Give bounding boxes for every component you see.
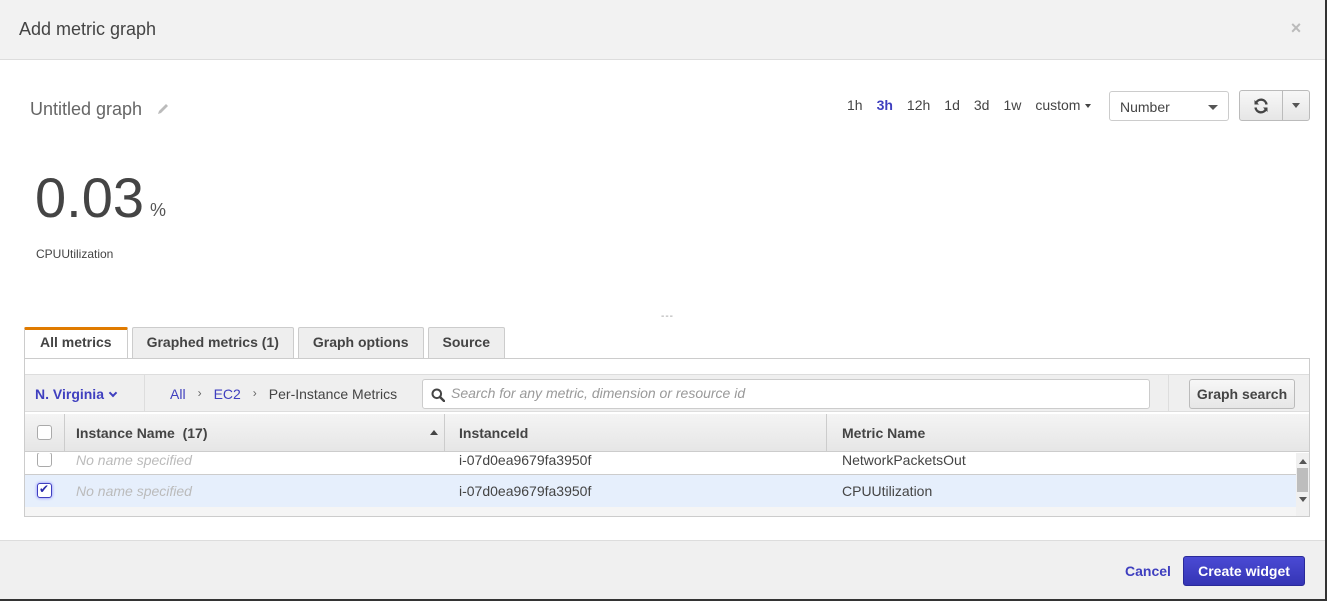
caret-down-icon <box>1085 104 1092 109</box>
sort-ascending-icon <box>430 430 438 435</box>
header-select-all <box>25 414 65 452</box>
breadcrumb-ec2[interactable]: EC2 <box>214 386 241 402</box>
metrics-toolbar: N. Virginia All › EC2 › Per-Instance Met… <box>25 374 1309 412</box>
column-label: Instance Name <box>76 425 175 441</box>
time-range-1d[interactable]: 1d <box>944 97 960 113</box>
instance-name: No name specified <box>76 453 192 468</box>
create-widget-button[interactable]: Create widget <box>1183 556 1305 586</box>
tab-source[interactable]: Source <box>427 327 505 358</box>
time-range-3d[interactable]: 3d <box>974 97 990 113</box>
refresh-button-group <box>1239 90 1310 121</box>
time-range-custom[interactable]: custom <box>1035 97 1092 113</box>
chevron-down-icon <box>108 388 118 398</box>
refresh-button[interactable] <box>1240 91 1283 120</box>
metric-name: NetworkPacketsOut <box>842 453 966 468</box>
instance-id: i-07d0ea9679fa3950f <box>459 453 592 468</box>
region-selector[interactable]: N. Virginia <box>35 386 118 402</box>
column-instance-id[interactable]: InstanceId <box>445 414 827 452</box>
table-scrollbar[interactable] <box>1296 453 1309 516</box>
graph-search-button[interactable]: Graph search <box>1189 379 1295 409</box>
tab-bar: All metrics Graphed metrics (1) Graph op… <box>24 327 509 359</box>
column-instance-name[interactable]: Instance Name (17) <box>65 414 445 452</box>
table-row[interactable]: No name specified i-07d0ea9679fa3950f Ne… <box>25 453 1296 475</box>
tab-graphed-metrics[interactable]: Graphed metrics (1) <box>131 327 294 358</box>
metric-unit: % <box>150 200 167 220</box>
scrollbar-thumb[interactable] <box>1297 468 1308 492</box>
column-count: (17) <box>182 425 208 441</box>
custom-label: custom <box>1035 97 1081 113</box>
tab-graph-options[interactable]: Graph options <box>297 327 424 358</box>
graph-title[interactable]: Untitled graph <box>30 99 142 120</box>
table-body: No name specified i-07d0ea9679fa3950f Ne… <box>25 453 1309 516</box>
all-metrics-panel: N. Virginia All › EC2 › Per-Instance Met… <box>24 358 1310 517</box>
time-range-selector: 1h 3h 12h 1d 3d 1w custom <box>847 97 1092 113</box>
modal-header: Add metric graph × <box>0 0 1325 60</box>
refresh-options-dropdown[interactable] <box>1283 91 1309 120</box>
row-checkbox[interactable] <box>37 453 52 467</box>
divider <box>144 375 145 411</box>
tab-all-metrics[interactable]: All metrics <box>24 327 128 359</box>
table-header: Instance Name (17) InstanceId Metric Nam… <box>25 414 1309 452</box>
pencil-icon[interactable] <box>156 102 170 116</box>
view-type-select[interactable]: Number <box>1109 91 1229 121</box>
caret-down-icon <box>1208 105 1218 110</box>
search-input[interactable] <box>451 385 1141 401</box>
row-checkbox[interactable] <box>37 482 52 498</box>
time-range-12h[interactable]: 12h <box>907 97 930 113</box>
close-icon[interactable]: × <box>1288 19 1304 37</box>
time-range-1w[interactable]: 1w <box>1003 97 1021 113</box>
divider <box>1168 375 1169 411</box>
metric-value: 0.03 <box>35 166 144 229</box>
instance-id: i-07d0ea9679fa3950f <box>459 483 592 499</box>
metric-name: CPUUtilization <box>842 483 933 499</box>
column-metric-name[interactable]: Metric Name <box>827 414 1309 452</box>
modal-title: Add metric graph <box>19 19 157 39</box>
caret-down-icon <box>1292 103 1300 108</box>
time-range-3h[interactable]: 3h <box>877 97 893 113</box>
instance-name: No name specified <box>76 483 192 499</box>
chevron-right-icon: › <box>197 386 202 400</box>
refresh-icon <box>1254 98 1268 113</box>
add-metric-graph-dialog: Add metric graph × Untitled graph 1h 3h … <box>0 0 1327 601</box>
breadcrumb-current: Per-Instance Metrics <box>268 386 398 402</box>
metric-label: CPUUtilization <box>36 247 114 261</box>
scroll-up-icon[interactable] <box>1299 459 1307 464</box>
breadcrumb-all[interactable]: All <box>170 386 186 402</box>
metric-search <box>422 379 1150 409</box>
breadcrumb: All › EC2 › Per-Instance Metrics <box>170 386 397 402</box>
view-type-value: Number <box>1120 99 1170 115</box>
table-row[interactable]: No name specified i-07d0ea9679fa3950f CP… <box>25 475 1296 507</box>
scroll-down-icon[interactable] <box>1299 497 1307 502</box>
cancel-button[interactable]: Cancel <box>1125 563 1171 579</box>
select-all-checkbox[interactable] <box>37 425 52 440</box>
modal-footer: Cancel Create widget <box>0 540 1325 599</box>
resize-handle[interactable]: --- <box>661 311 674 322</box>
chevron-right-icon: › <box>252 386 257 400</box>
time-range-1h[interactable]: 1h <box>847 97 863 113</box>
search-icon <box>431 388 445 402</box>
region-label: N. Virginia <box>35 386 104 402</box>
